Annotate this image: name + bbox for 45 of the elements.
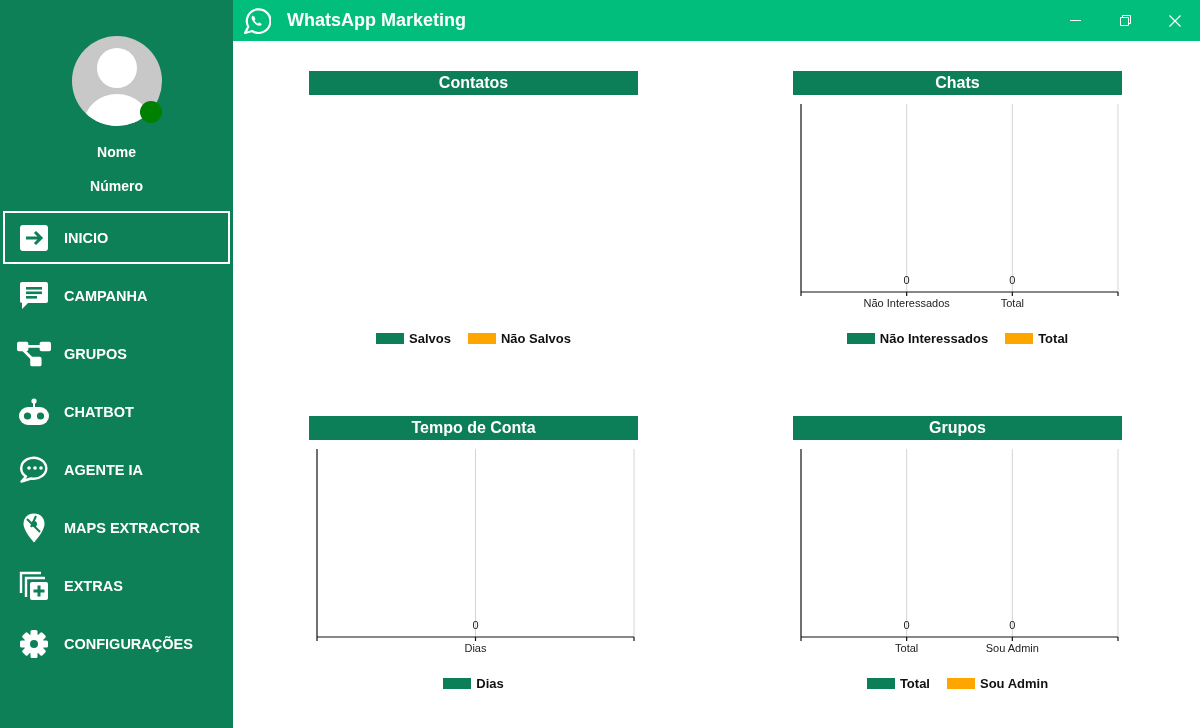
- profile-number: Número: [90, 177, 143, 195]
- sidebar-item[interactable]: AGENTE IA: [3, 443, 230, 496]
- settings-icon: [20, 629, 48, 658]
- chart-title: Tempo de Conta: [309, 416, 638, 440]
- sidebar-item[interactable]: MAPS EXTRACTOR: [3, 501, 230, 554]
- legend-label: Sou Admin: [980, 675, 1049, 691]
- chart-title: Chats: [793, 71, 1122, 95]
- axis-label: Sou Admin: [985, 642, 1039, 654]
- sidebar-item[interactable]: GRUPOS: [3, 327, 230, 380]
- robot-icon: [18, 397, 50, 426]
- chart-title: Grupos: [793, 416, 1122, 440]
- legend-label: Total: [1038, 330, 1069, 346]
- sidebar-item[interactable]: CAMPANHA: [3, 269, 230, 322]
- close-icon: [1169, 14, 1181, 27]
- sidebar-item[interactable]: EXTRAS: [3, 559, 230, 612]
- legend-label: Total: [899, 675, 930, 691]
- sidebar-item[interactable]: INICIO: [3, 211, 230, 264]
- window-title: WhatsApp Marketing: [287, 10, 466, 31]
- nodes-icon: [17, 339, 51, 368]
- chart-title: Contatos: [309, 71, 638, 95]
- legend-label: Não Salvos: [500, 330, 571, 346]
- legend-label: Salvos: [409, 330, 451, 346]
- axis-label: Não Interessados: [863, 297, 950, 309]
- value-label: 0: [1009, 274, 1016, 286]
- message-icon: [19, 281, 49, 310]
- chat-bubble-icon: [19, 456, 49, 483]
- map-pin-icon: [23, 512, 45, 543]
- axis-label: Dias: [464, 642, 487, 654]
- copy-plus-icon: [19, 570, 49, 601]
- legend-label: Dias: [476, 675, 504, 691]
- value-label: 0: [472, 619, 479, 631]
- sidebar-item[interactable]: CONFIGURAÇÕES: [3, 617, 230, 670]
- restore-icon: [1119, 15, 1131, 26]
- sidebar-item[interactable]: CHATBOT: [3, 385, 230, 438]
- profile-name: Nome: [97, 143, 136, 161]
- minimize-icon: [1069, 20, 1081, 21]
- value-label: 0: [903, 274, 910, 286]
- axis-label: Total: [895, 642, 919, 654]
- legend-label: Não Interessados: [879, 330, 989, 346]
- axis-label: Total: [1000, 297, 1024, 309]
- value-label: 0: [903, 619, 910, 631]
- value-label: 0: [1009, 619, 1016, 631]
- avatar-icon: [71, 36, 162, 126]
- phone-bubble-icon: [243, 6, 271, 35]
- arrow-square-icon: [20, 224, 48, 251]
